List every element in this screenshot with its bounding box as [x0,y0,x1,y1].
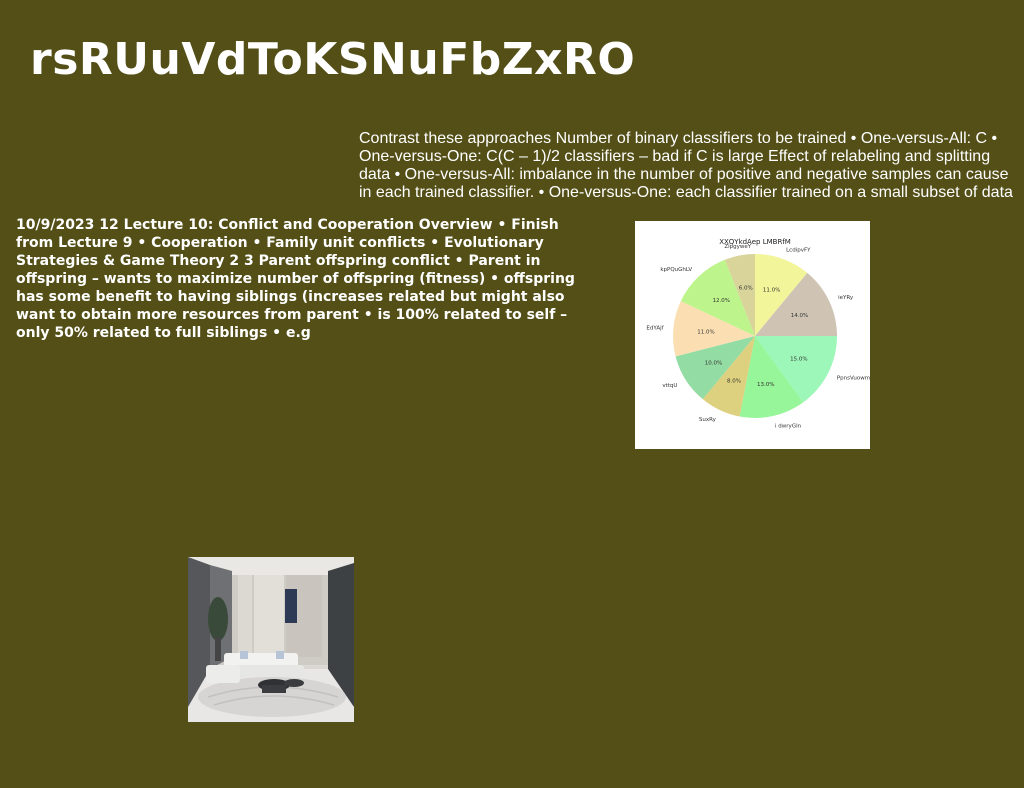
slice-category-label: ZipgyweY [724,244,751,250]
slice-percent-label: 14.0% [791,313,808,319]
slice-category-label: EdYAjf [646,325,664,331]
pie-chart-card: XXQYkdAep LMBRfM 11.0% LcdipvFY 14.0% ieYRy… [635,221,870,449]
slice-percent-label: 11.0% [697,329,714,335]
slice-category-label: kpPQuGhLV [660,267,692,273]
slice-percent-label: 15.0% [790,356,807,362]
slice-category-label: vttqU [662,383,677,389]
slice-category-label: i dwryGln [775,424,802,430]
slice-percent-label: 13.0% [757,382,774,388]
lecture-notes-text: 10/9/2023 12 Lecture 10: Conflict and Co… [16,217,575,341]
pie-chart: XXQYkdAep LMBRfM 11.0%LcdipvFY14.0%ieYRy… [646,238,870,430]
page-title: rsRUuVdToKSNuFbZxRO [30,34,636,85]
living-room-image [188,557,354,722]
slice-percent-label: 10.0% [705,360,722,366]
slice-percent-label: 6.0% [739,286,753,292]
slice-category-label: PpnsVuowm [837,376,870,382]
slice-percent-label: 12.0% [713,298,730,304]
slice-category-label: SuxRy [699,417,717,423]
slice-category-label: LcdipvFY [786,248,811,254]
slice-percent-label: 8.0% [727,379,741,385]
living-room-photo-icon [188,557,354,722]
classifier-notes-text: Contrast these approaches Number of bina… [359,130,1013,201]
slice-percent-label: 11.0% [763,288,780,294]
slice-category-label: ieYRy [838,295,854,301]
